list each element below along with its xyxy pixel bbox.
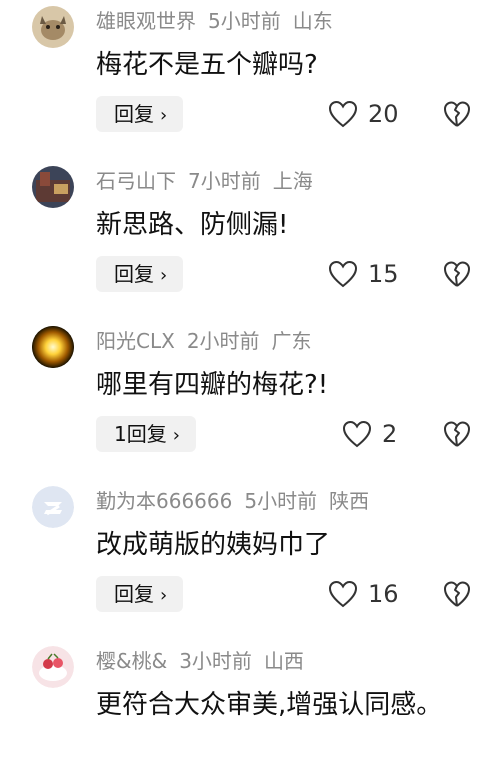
avatar[interactable] [32,6,74,48]
timestamp: 5小时前 [244,489,318,513]
reply-label: 回复 [126,422,167,446]
like-count: 16 [368,580,399,608]
comment-text: 哪里有四瓣的梅花?! [96,370,329,400]
reply-button[interactable]: 1回复 › [96,416,196,452]
like-button[interactable]: 16 [328,576,399,612]
comment-text: 梅花不是五个瓣吗? [96,50,318,80]
comment-meta: 石弓山下 7小时前 上海 [96,168,325,194]
timestamp: 5小时前 [208,9,281,33]
chevron-right-icon: › [160,105,168,126]
heart-icon [328,260,358,288]
comment-text: 更符合大众审美,增强认同感。 [96,690,443,720]
avatar[interactable] [32,326,74,368]
broken-heart-icon[interactable] [442,419,472,449]
chevron-right-icon: › [160,585,168,606]
reply-button[interactable]: 回复 › [96,96,184,132]
comment-text: 改成萌版的姨妈巾了 [96,530,331,560]
like-button[interactable]: 2 [342,416,397,452]
username[interactable]: 阳光CLX [96,329,175,353]
avatar[interactable] [32,486,74,528]
comment-meta: 雄眼观世界 5小时前 山东 [96,8,345,34]
timestamp: 3小时前 [179,649,252,673]
comment-list: 雄眼观世界 5小时前 山东 梅花不是五个瓣吗? 回复 › 20 石弓山下 7小时前 上海 … [0,0,500,778]
avatar[interactable] [32,166,74,208]
like-button[interactable]: 20 [328,96,399,132]
comment-text: 新思路、防侧漏! [96,210,289,240]
broken-heart-icon[interactable] [442,259,472,289]
reply-count: 1 [114,422,127,446]
broken-heart-icon[interactable] [442,99,472,129]
location: 上海 [272,169,313,193]
username[interactable]: 勤为本666666 [96,489,232,513]
reply-label: 回复 [114,262,154,286]
like-count: 20 [368,100,399,128]
heart-icon [328,580,358,608]
username[interactable]: 雄眼观世界 [96,9,196,33]
chevron-right-icon: › [160,265,168,286]
avatar[interactable] [32,646,74,688]
chevron-right-icon: › [172,425,180,446]
timestamp: 7小时前 [188,169,261,193]
like-count: 2 [382,420,398,448]
reply-label: 回复 [114,102,154,126]
like-count: 15 [368,260,399,288]
location: 山西 [263,649,304,673]
comment-meta: 勤为本666666 5小时前 陕西 [96,488,381,514]
like-button[interactable]: 15 [328,256,399,292]
comment-meta: 樱&桃& 3小时前 山西 [96,648,316,674]
username[interactable]: 樱&桃& [96,649,167,673]
reply-button[interactable]: 回复 › [96,256,184,292]
location: 陕西 [329,489,370,513]
timestamp: 2小时前 [186,329,260,353]
heart-icon [328,100,358,128]
reply-label: 回复 [114,582,154,606]
reply-button[interactable]: 回复 › [96,576,184,612]
location: 广东 [271,329,312,353]
broken-heart-icon[interactable] [442,579,472,609]
location: 山东 [292,9,333,33]
comment-meta: 阳光CLX 2小时前 广东 [96,328,324,354]
username[interactable]: 石弓山下 [96,169,176,193]
heart-icon [342,420,372,448]
